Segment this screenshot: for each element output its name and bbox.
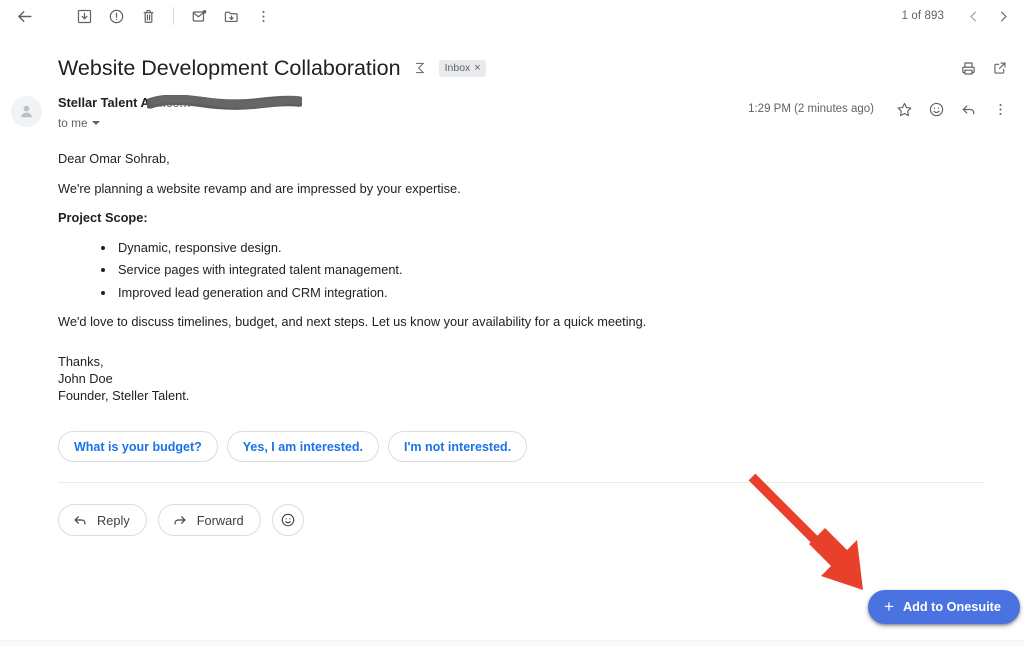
emoji-reaction-icon[interactable]: [920, 93, 952, 125]
move-to-icon[interactable]: [215, 0, 247, 32]
previous-page-icon[interactable]: [958, 0, 988, 32]
close-icon[interactable]: ×: [474, 60, 480, 76]
subject-row: Website Development Collaboration Inbox …: [0, 50, 1024, 86]
message-header: Stellar Talent Aail.com> to me 1:29 PM (…: [0, 93, 1024, 140]
label-chip-inbox[interactable]: Inbox ×: [438, 59, 486, 77]
body-scope-list: Dynamic, responsive design. Service page…: [58, 239, 758, 302]
annotation-arrow-icon: [748, 473, 863, 590]
smiley-icon: [281, 513, 294, 527]
forward-button-label: Forward: [196, 512, 244, 528]
toolbar-group-secondary: [183, 0, 279, 32]
reply-button-label: Reply: [97, 512, 130, 528]
plus-icon: +: [884, 597, 894, 616]
sender-email: ail.com>: [149, 95, 198, 110]
sender-name: Stellar Talent A: [58, 95, 150, 110]
mark-unread-icon[interactable]: [183, 0, 215, 32]
next-page-icon[interactable]: [988, 0, 1018, 32]
avatar: [11, 96, 42, 127]
add-to-onesuite-label: Add to Onesuite: [902, 600, 1001, 614]
forward-button[interactable]: Forward: [157, 504, 261, 536]
gmail-message-view: 1 of 893 Website Development Collaborati…: [0, 0, 1024, 647]
subject-actions: [952, 52, 1016, 84]
more-options-icon[interactable]: [247, 0, 279, 32]
message-body: Dear Omar Sohrab, We're planning a websi…: [58, 150, 758, 404]
reply-arrow-icon[interactable]: [952, 93, 984, 125]
add-to-onesuite-button[interactable]: + Add to Onesuite: [868, 590, 1020, 624]
signature-title: Founder, Steller Talent.: [58, 388, 190, 403]
list-item: Dynamic, responsive design.: [116, 239, 758, 257]
recipient-dropdown[interactable]: to me: [58, 116, 100, 130]
recipient-label: to me: [58, 116, 88, 130]
list-item: Service pages with integrated talent man…: [116, 261, 758, 279]
body-closing: We'd love to discuss timelines, budget, …: [58, 313, 647, 329]
bottom-edge: [0, 640, 1024, 647]
print-icon[interactable]: [952, 52, 984, 84]
archive-icon[interactable]: [68, 0, 100, 32]
report-spam-icon[interactable]: [100, 0, 132, 32]
chevron-down-icon: [91, 121, 100, 125]
pagination-count: 1 of 893: [901, 10, 944, 22]
open-in-new-window-icon[interactable]: [984, 52, 1016, 84]
toolbar-divider: [173, 7, 174, 25]
smart-reply-chips: What is your budget? Yes, I am intereste…: [58, 431, 528, 462]
message-timestamp: 1:29 PM (2 minutes ago): [748, 103, 874, 115]
message-toolbar: 1 of 893: [0, 0, 1024, 32]
emoji-react-button[interactable]: [271, 504, 304, 536]
smart-reply-interested[interactable]: Yes, I am interested.: [226, 431, 379, 462]
actions-divider: [58, 482, 984, 483]
back-icon[interactable]: [8, 0, 40, 32]
reply-icon: [74, 516, 86, 525]
star-icon[interactable]: [888, 93, 920, 125]
signature-signoff: Thanks,: [58, 354, 104, 369]
sender-line: Stellar Talent Aail.com>: [58, 94, 302, 112]
list-item: Improved lead generation and CRM integra…: [116, 284, 758, 302]
smart-reply-budget[interactable]: What is your budget?: [58, 431, 218, 462]
label-chip-text: Inbox: [444, 62, 471, 74]
body-greeting: Dear Omar Sohrab,: [58, 151, 170, 166]
pagination-controls: 1 of 893: [902, 0, 1018, 32]
smart-reply-not-interested[interactable]: I'm not interested.: [387, 431, 528, 462]
toolbar-group-primary: [68, 0, 164, 32]
sigma-icon[interactable]: [412, 60, 428, 76]
message-more-icon[interactable]: [984, 93, 1016, 125]
delete-icon[interactable]: [132, 0, 164, 32]
signature-name: John Doe: [58, 371, 113, 386]
message-actions: 1:29 PM (2 minutes ago): [748, 93, 1016, 125]
body-intro: We're planning a website revamp and are …: [58, 180, 461, 196]
reply-button[interactable]: Reply: [58, 504, 147, 536]
reply-actions: Reply Forward: [58, 504, 304, 536]
forward-icon: [174, 516, 186, 525]
sender-block: Stellar Talent Aail.com> to me: [58, 94, 302, 130]
body-scope-heading: Project Scope:: [58, 210, 148, 225]
page-title: Website Development Collaboration: [58, 56, 401, 80]
